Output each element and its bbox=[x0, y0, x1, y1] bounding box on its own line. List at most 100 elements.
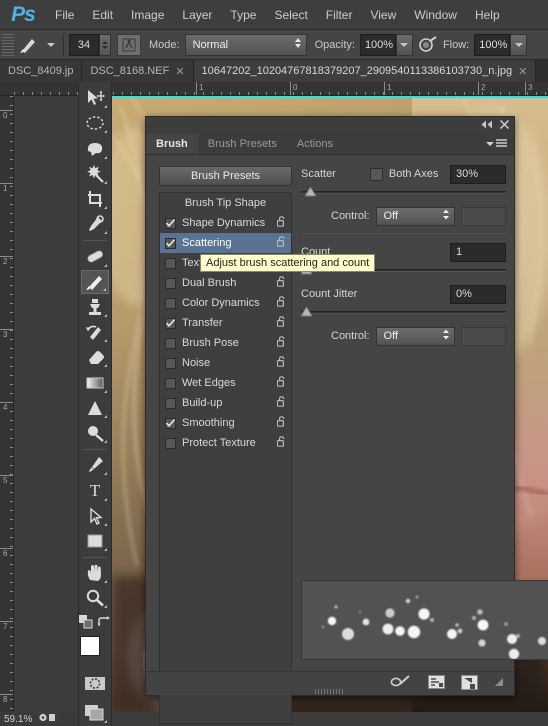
path-selection-tool[interactable] bbox=[81, 504, 109, 528]
brush-option-checkbox[interactable] bbox=[165, 298, 176, 309]
document-tab[interactable]: 10647202_10204767818379207_2909540113386… bbox=[194, 60, 537, 82]
brush-option-checkbox[interactable] bbox=[165, 338, 176, 349]
brush-presets-button[interactable]: Brush Presets bbox=[159, 166, 292, 186]
brush-preset-dropdown-arrow[interactable] bbox=[44, 43, 58, 47]
panel-bottom-grip[interactable] bbox=[315, 689, 345, 694]
brush-option-row-scattering[interactable]: Scattering bbox=[160, 233, 291, 253]
clone-stamp-tool[interactable] bbox=[81, 295, 109, 319]
create-new-brush-icon[interactable] bbox=[461, 675, 478, 693]
crop-tool[interactable] bbox=[81, 187, 109, 211]
lock-icon[interactable] bbox=[277, 316, 286, 330]
brush-preview-icon[interactable] bbox=[14, 32, 44, 58]
lock-icon[interactable] bbox=[277, 396, 286, 410]
flow-dropdown-button[interactable] bbox=[510, 34, 527, 56]
collapse-panel-icon[interactable] bbox=[480, 120, 493, 132]
color-swatches[interactable] bbox=[80, 636, 110, 665]
menu-item-filter[interactable]: Filter bbox=[317, 0, 362, 30]
blend-mode-select[interactable]: Normal bbox=[185, 34, 307, 56]
brush-size-stepper[interactable] bbox=[99, 34, 111, 56]
brush-option-row-build-up[interactable]: Build-up bbox=[160, 393, 291, 413]
airbrush-toggle-icon[interactable] bbox=[417, 34, 439, 56]
tab-close-icon[interactable]: ✕ bbox=[175, 65, 184, 78]
brush-tip-shape-header[interactable]: Brush Tip Shape bbox=[160, 193, 291, 213]
scatter-value-field[interactable]: 30% bbox=[450, 165, 506, 184]
hand-tool[interactable] bbox=[81, 561, 109, 585]
status-toggle-icon[interactable] bbox=[37, 712, 59, 726]
lock-icon[interactable] bbox=[277, 216, 286, 230]
vertical-ruler[interactable]: 012345678 bbox=[0, 96, 14, 712]
brush-option-checkbox[interactable] bbox=[165, 318, 176, 329]
zoom-tool[interactable] bbox=[81, 586, 109, 610]
default-colors-icon[interactable] bbox=[79, 615, 93, 632]
brush-size-field[interactable]: 34 bbox=[69, 34, 99, 56]
lasso-tool[interactable] bbox=[81, 136, 109, 160]
lock-icon[interactable] bbox=[277, 376, 286, 390]
scatter-slider[interactable] bbox=[301, 187, 506, 199]
tab-actions[interactable]: Actions bbox=[287, 134, 343, 154]
panel-menu-icon[interactable] bbox=[486, 134, 514, 154]
quick-mask-icon[interactable] bbox=[81, 671, 109, 695]
magic-wand-tool[interactable] bbox=[81, 162, 109, 186]
brush-option-checkbox[interactable] bbox=[165, 278, 176, 289]
lock-icon[interactable] bbox=[277, 276, 286, 290]
eyedropper-tool[interactable] bbox=[81, 212, 109, 236]
menu-item-select[interactable]: Select bbox=[265, 0, 316, 30]
flow-field[interactable]: 100% bbox=[474, 34, 510, 56]
brush-option-checkbox[interactable] bbox=[165, 258, 176, 269]
brush-option-row-brush-pose[interactable]: Brush Pose bbox=[160, 333, 291, 353]
gradient-tool[interactable] bbox=[81, 370, 109, 394]
brush-option-row-protect-texture[interactable]: Protect Texture bbox=[160, 433, 291, 453]
both-axes-checkbox[interactable] bbox=[370, 168, 383, 181]
brush-option-row-shape-dynamics[interactable]: Shape Dynamics bbox=[160, 213, 291, 233]
brush-option-checkbox[interactable] bbox=[165, 218, 176, 229]
document-tab[interactable]: DSC_8409.jp bbox=[0, 60, 82, 82]
menu-item-edit[interactable]: Edit bbox=[83, 0, 122, 30]
menu-item-view[interactable]: View bbox=[361, 0, 405, 30]
brush-tool[interactable] bbox=[81, 270, 109, 294]
brush-option-row-smoothing[interactable]: Smoothing bbox=[160, 413, 291, 433]
count-value-field[interactable]: 1 bbox=[450, 243, 506, 262]
brush-option-checkbox[interactable] bbox=[165, 238, 176, 249]
close-panel-icon[interactable] bbox=[500, 120, 509, 132]
brush-option-checkbox[interactable] bbox=[165, 438, 176, 449]
dodge-tool[interactable] bbox=[81, 421, 109, 445]
tab-close-icon[interactable]: ✕ bbox=[518, 65, 527, 78]
tab-brush-presets[interactable]: Brush Presets bbox=[198, 134, 287, 154]
pen-tool[interactable] bbox=[81, 453, 109, 477]
brush-option-checkbox[interactable] bbox=[165, 418, 176, 429]
tablet-pressure-size-icon[interactable] bbox=[117, 34, 141, 56]
lock-icon[interactable] bbox=[277, 416, 286, 430]
count-jitter-slider-thumb[interactable] bbox=[301, 307, 312, 317]
blur-tool[interactable] bbox=[81, 396, 109, 420]
brush-option-checkbox[interactable] bbox=[165, 358, 176, 369]
brush-option-row-dual-brush[interactable]: Dual Brush bbox=[160, 273, 291, 293]
menu-item-layer[interactable]: Layer bbox=[173, 0, 221, 30]
count-jitter-value-field[interactable]: 0% bbox=[450, 285, 506, 304]
brush-option-checkbox[interactable] bbox=[165, 378, 176, 389]
healing-brush-tool[interactable] bbox=[81, 244, 109, 268]
panel-title-bar[interactable] bbox=[146, 117, 514, 134]
scatter-slider-thumb[interactable] bbox=[305, 187, 316, 197]
menu-item-image[interactable]: Image bbox=[122, 0, 173, 30]
menu-item-window[interactable]: Window bbox=[405, 0, 466, 30]
brush-option-row-wet-edges[interactable]: Wet Edges bbox=[160, 373, 291, 393]
scatter-control-select[interactable]: Off bbox=[376, 207, 455, 226]
brush-option-checkbox[interactable] bbox=[165, 398, 176, 409]
menu-item-help[interactable]: Help bbox=[466, 0, 509, 30]
swap-colors-icon[interactable] bbox=[97, 616, 111, 631]
lock-icon[interactable] bbox=[277, 436, 286, 450]
brush-option-row-noise[interactable]: Noise bbox=[160, 353, 291, 373]
lock-icon[interactable] bbox=[277, 236, 286, 250]
marquee-tool[interactable] bbox=[81, 111, 109, 135]
document-tab[interactable]: DSC_8168.NEF ✕ bbox=[82, 60, 193, 82]
brush-option-row-transfer[interactable]: Transfer bbox=[160, 313, 291, 333]
create-new-preset-icon[interactable] bbox=[428, 675, 445, 692]
lock-icon[interactable] bbox=[277, 296, 286, 310]
count-jitter-slider[interactable] bbox=[301, 307, 506, 319]
type-tool[interactable]: T bbox=[81, 478, 109, 502]
foreground-color-swatch[interactable] bbox=[80, 636, 100, 656]
toggle-brush-settings-icon[interactable] bbox=[390, 675, 412, 692]
move-tool[interactable] bbox=[81, 86, 109, 110]
resize-grip-icon[interactable] bbox=[494, 677, 504, 690]
screen-mode-icon[interactable] bbox=[81, 701, 109, 725]
